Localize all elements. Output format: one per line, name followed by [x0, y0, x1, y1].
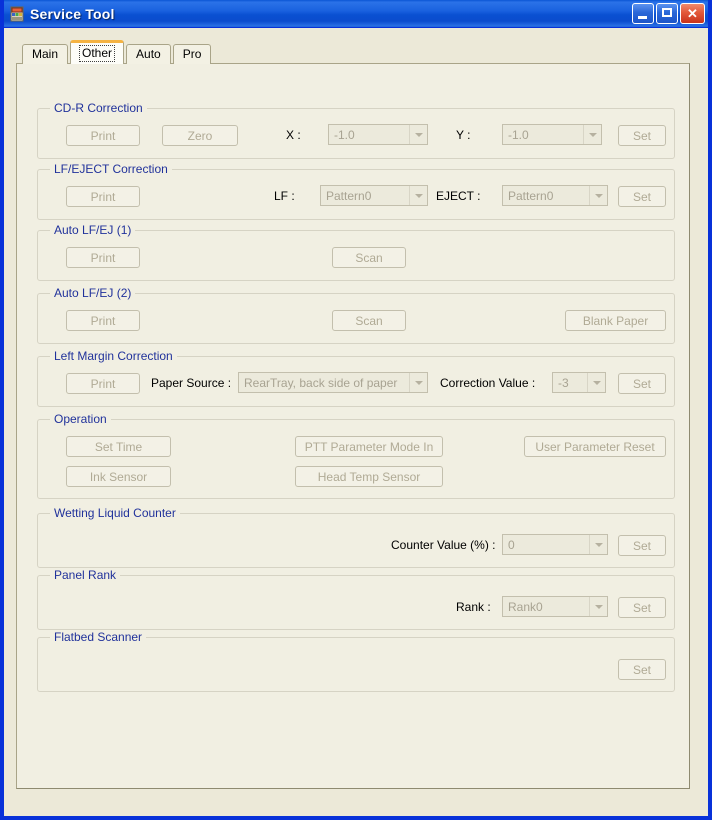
- leftmargin-paper-source-label: Paper Source :: [151, 376, 231, 390]
- tab-other-label: Other: [79, 45, 115, 62]
- close-icon: ✕: [681, 4, 704, 23]
- operation-set-time-button[interactable]: Set Time: [66, 436, 171, 457]
- group-panel-rank: Panel Rank Rank : Rank0 Set: [37, 575, 675, 630]
- wetting-counter-value: 0: [503, 538, 589, 552]
- operation-user-parameter-reset-button[interactable]: User Parameter Reset: [524, 436, 666, 457]
- chevron-down-icon[interactable]: [589, 535, 607, 554]
- lfeject-print-button[interactable]: Print: [66, 186, 140, 207]
- cdr-zero-button[interactable]: Zero: [162, 125, 238, 146]
- chevron-down-icon[interactable]: [589, 597, 607, 616]
- operation-ptt-parameter-mode-in-button[interactable]: PTT Parameter Mode In: [295, 436, 443, 457]
- chevron-down-icon[interactable]: [409, 186, 427, 205]
- auto2-blank-paper-button[interactable]: Blank Paper: [565, 310, 666, 331]
- service-tool-window: Service Tool ✕ Main Other Auto: [0, 0, 712, 820]
- cdr-x-combo[interactable]: -1.0: [328, 124, 428, 145]
- group-operation: Operation Set Time PTT Parameter Mode In…: [37, 419, 675, 499]
- maximize-icon: [662, 8, 672, 17]
- wetting-set-button[interactable]: Set: [618, 535, 666, 556]
- minimize-icon: [638, 16, 647, 19]
- panelrank-rank-combo[interactable]: Rank0: [502, 596, 608, 617]
- group-panel-rank-title: Panel Rank: [50, 568, 120, 582]
- chevron-down-icon[interactable]: [583, 125, 601, 144]
- auto1-scan-button[interactable]: Scan: [332, 247, 406, 268]
- tab-strip: Main Other Auto Pro: [22, 42, 213, 64]
- lfeject-set-button[interactable]: Set: [618, 186, 666, 207]
- operation-ink-sensor-button[interactable]: Ink Sensor: [66, 466, 171, 487]
- group-flatbed-scanner-title: Flatbed Scanner: [50, 630, 146, 644]
- flatbed-set-button[interactable]: Set: [618, 659, 666, 680]
- auto2-print-button[interactable]: Print: [66, 310, 140, 331]
- leftmargin-correction-label: Correction Value :: [440, 376, 535, 390]
- chevron-down-icon[interactable]: [589, 186, 607, 205]
- group-operation-title: Operation: [50, 412, 111, 426]
- operation-head-temp-sensor-button[interactable]: Head Temp Sensor: [295, 466, 443, 487]
- cdr-x-value: -1.0: [329, 128, 409, 142]
- leftmargin-print-button[interactable]: Print: [66, 373, 140, 394]
- tab-main[interactable]: Main: [22, 44, 68, 64]
- tab-panel-other: CD-R Correction Print Zero X : -1.0 Y : …: [16, 63, 690, 789]
- cdr-y-label: Y :: [456, 128, 470, 142]
- tab-other[interactable]: Other: [70, 40, 124, 64]
- panelrank-rank-label: Rank :: [456, 600, 491, 614]
- group-auto-lfej-1-title: Auto LF/EJ (1): [50, 223, 135, 237]
- tab-auto[interactable]: Auto: [126, 44, 171, 64]
- leftmargin-paper-source-value: RearTray, back side of paper: [239, 376, 409, 390]
- group-left-margin-correction-title: Left Margin Correction: [50, 349, 177, 363]
- wetting-counter-label: Counter Value (%) :: [391, 538, 496, 552]
- leftmargin-correction-value: -3: [553, 376, 587, 390]
- auto2-scan-button[interactable]: Scan: [332, 310, 406, 331]
- group-auto-lfej-2: Auto LF/EJ (2) Print Scan Blank Paper: [37, 293, 675, 344]
- title-bar: Service Tool ✕: [4, 0, 708, 28]
- app-icon: [9, 6, 25, 22]
- window-controls: ✕: [632, 3, 705, 24]
- group-wetting-liquid-counter-title: Wetting Liquid Counter: [50, 506, 180, 520]
- group-cdr-correction: CD-R Correction Print Zero X : -1.0 Y : …: [37, 108, 675, 159]
- leftmargin-correction-combo[interactable]: -3: [552, 372, 606, 393]
- minimize-button[interactable]: [632, 3, 654, 24]
- group-wetting-liquid-counter: Wetting Liquid Counter 0 Counter Value (…: [37, 513, 675, 568]
- lfeject-eject-value: Pattern0: [503, 189, 589, 203]
- leftmargin-paper-source-combo[interactable]: RearTray, back side of paper: [238, 372, 428, 393]
- lfeject-eject-label: EJECT :: [436, 189, 480, 203]
- client-area: Main Other Auto Pro CD-R Correction Prin…: [4, 28, 708, 816]
- lfeject-lf-value: Pattern0: [321, 189, 409, 203]
- chevron-down-icon[interactable]: [409, 373, 427, 392]
- group-lf-eject-correction-title: LF/EJECT Correction: [50, 162, 172, 176]
- panelrank-set-button[interactable]: Set: [618, 597, 666, 618]
- chevron-down-icon[interactable]: [587, 373, 605, 392]
- cdr-x-label: X :: [286, 128, 301, 142]
- leftmargin-set-button[interactable]: Set: [618, 373, 666, 394]
- window-title: Service Tool: [30, 6, 115, 22]
- close-button[interactable]: ✕: [680, 3, 705, 24]
- cdr-set-button[interactable]: Set: [618, 125, 666, 146]
- group-auto-lfej-2-title: Auto LF/EJ (2): [50, 286, 135, 300]
- lfeject-lf-label: LF :: [274, 189, 295, 203]
- panelrank-rank-value: Rank0: [503, 600, 589, 614]
- wetting-counter-combo[interactable]: 0: [502, 534, 608, 555]
- lfeject-lf-combo[interactable]: Pattern0: [320, 185, 428, 206]
- chevron-down-icon[interactable]: [409, 125, 427, 144]
- lfeject-eject-combo[interactable]: Pattern0: [502, 185, 608, 206]
- cdr-y-value: -1.0: [503, 128, 583, 142]
- group-flatbed-scanner: Flatbed Scanner Set: [37, 637, 675, 692]
- tab-pro[interactable]: Pro: [173, 44, 212, 64]
- group-left-margin-correction: Left Margin Correction Print Paper Sourc…: [37, 356, 675, 407]
- group-auto-lfej-1: Auto LF/EJ (1) Print Scan: [37, 230, 675, 281]
- tab-main-label: Main: [32, 47, 58, 61]
- cdr-print-button[interactable]: Print: [66, 125, 140, 146]
- group-cdr-correction-title: CD-R Correction: [50, 101, 147, 115]
- tab-pro-label: Pro: [183, 47, 202, 61]
- cdr-y-combo[interactable]: -1.0: [502, 124, 602, 145]
- group-lf-eject-correction: LF/EJECT Correction Print LF : Pattern0 …: [37, 169, 675, 220]
- auto1-print-button[interactable]: Print: [66, 247, 140, 268]
- tab-auto-label: Auto: [136, 47, 161, 61]
- maximize-button[interactable]: [656, 3, 678, 24]
